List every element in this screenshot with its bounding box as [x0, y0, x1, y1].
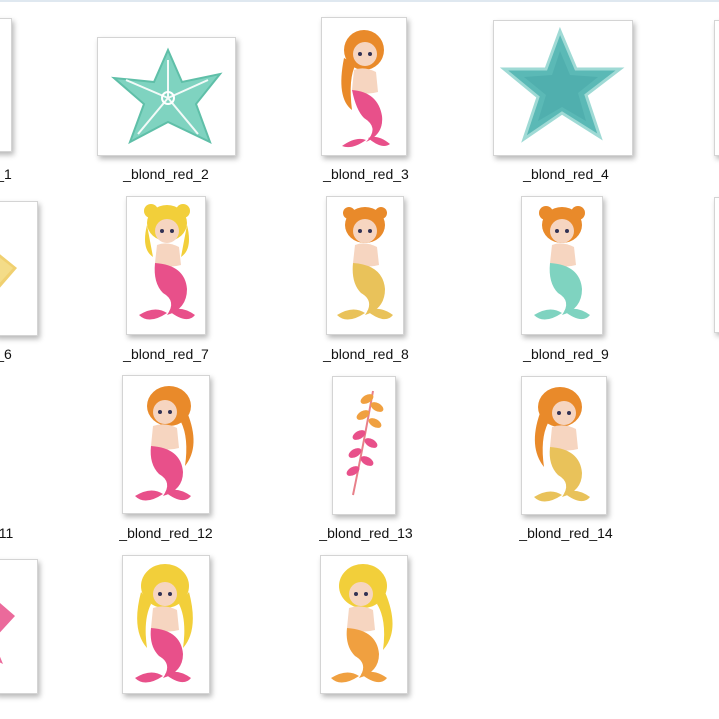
thumbnail-star — [0, 559, 38, 694]
thumbnail-mermaid-blond — [0, 18, 12, 152]
thumbnail-mermaid — [521, 196, 603, 335]
file-name: _blond_red_9 — [523, 346, 609, 362]
thumbnail-mermaid — [320, 555, 408, 694]
thumbnail-partial — [714, 20, 719, 156]
file-name: _blond_red_14 — [519, 525, 613, 541]
thumbnail-star — [0, 201, 38, 336]
thumbnail-partial — [714, 197, 719, 333]
file-name: _blond_red_12 — [119, 525, 213, 541]
file-grid: _1 _blond_red_2 _blo — [0, 0, 719, 719]
file-name: _blond_red_4 — [523, 166, 609, 182]
thumbnail-mermaid — [521, 376, 607, 515]
file-name: _blond_red_7 — [123, 346, 209, 362]
file-name: _blond_red_3 — [323, 166, 409, 182]
file-name: _blond_red_13 — [319, 525, 413, 541]
thumbnail-mermaid — [321, 17, 407, 156]
thumbnail-mermaid — [122, 375, 210, 514]
file-name: _blond_red_8 — [323, 346, 409, 362]
file-name: _blond_red_2 — [123, 166, 209, 182]
thumbnail-star — [493, 20, 633, 156]
thumbnail-starfish — [97, 37, 236, 156]
thumbnail-mermaid — [122, 555, 210, 694]
thumbnail-mermaid — [326, 196, 404, 335]
thumbnail-mermaid — [126, 196, 206, 335]
thumbnail-seaweed — [332, 376, 396, 515]
